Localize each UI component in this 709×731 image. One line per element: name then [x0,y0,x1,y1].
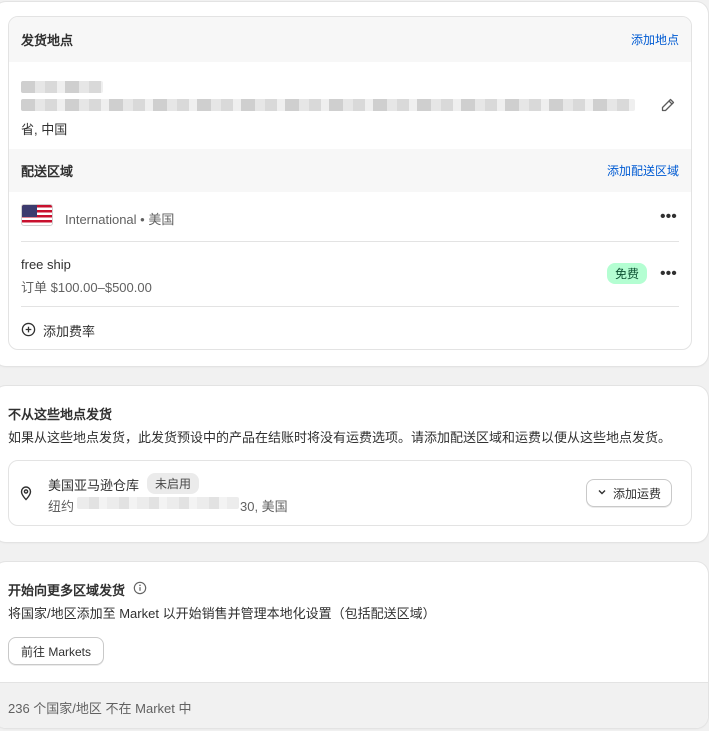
not-shipping-title: 不从这些地点发货 [8,407,113,422]
add-shipping-rate-label: 添加运费 [613,486,662,501]
not-shipping-description: 如果从这些地点发货，此发货预设中的产品在结账时将没有运费选项。请添加配送区域和运… [8,430,672,445]
info-icon[interactable] [133,581,147,598]
add-location-link[interactable]: 添加地点 [631,31,679,48]
inactive-location-row: 美国亚马逊仓库 未启用 纽约 30, 美国 添加运费 [8,460,692,526]
ship-from-title: 发货地点 [21,33,74,48]
address-tail: 省, 中国 [21,122,68,137]
shipping-origin-card: 发货地点 添加地点 省, 中国 配送区域 添加配送区域 Internationa… [0,2,708,366]
zone-name: International • 美国 [65,212,175,227]
blurred-location-address [77,497,239,509]
origin-zones-box: 发货地点 添加地点 省, 中国 配送区域 添加配送区域 Internationa… [8,16,692,350]
location-name: 美国亚马逊仓库 [48,478,140,493]
rate-more-icon[interactable]: ••• [660,266,677,282]
rate-name: free ship [21,257,71,272]
inactive-status-badge: 未启用 [147,473,200,494]
markets-title-row: 开始向更多区域发货 [8,580,147,599]
markets-footer: 236 个国家/地区 不在 Market 中 [0,682,708,728]
go-to-markets-button[interactable]: 前往 Markets [8,637,105,665]
add-shipping-rate-button[interactable]: 添加运费 [586,479,673,507]
add-rate-label: 添加费率 [43,324,96,339]
location-address-end: 30, 美国 [240,499,288,514]
add-rate-button[interactable]: 添加费率 [21,321,95,340]
markets-description: 将国家/地区添加至 Market 以开始销售并管理本地化设置（包括配送区域） [8,606,436,621]
zone-divider [21,241,679,242]
blurred-location-name [21,81,103,93]
free-badge: 免费 [607,263,648,284]
not-shipping-card: 不从这些地点发货 如果从这些地点发货，此发货预设中的产品在结账时将没有运费选项。… [0,386,708,542]
chevron-down-icon [597,486,607,500]
location-pin-icon [18,485,34,504]
countries-not-in-market: 236 个国家/地区 不在 Market 中 [8,701,192,716]
location-address-start: 纽约 [48,499,75,514]
rate-divider [21,306,679,307]
zone-more-icon[interactable]: ••• [660,209,677,225]
ship-from-header: 发货地点 添加地点 [9,17,691,62]
zones-title: 配送区域 [21,164,74,179]
plus-circle-icon [21,322,36,340]
zones-header: 配送区域 添加配送区域 [9,149,691,192]
us-flag-icon [21,204,53,226]
markets-title: 开始向更多区域发货 [8,583,126,598]
rate-condition: 订单 $100.00–$500.00 [21,280,152,295]
blurred-address [21,99,635,111]
add-zone-link[interactable]: 添加配送区域 [607,162,679,179]
edit-pencil-icon[interactable] [660,97,676,116]
markets-card: 开始向更多区域发货 将国家/地区添加至 Market 以开始销售并管理本地化设置… [0,562,708,728]
go-to-markets-label: 前往 Markets [21,644,92,659]
